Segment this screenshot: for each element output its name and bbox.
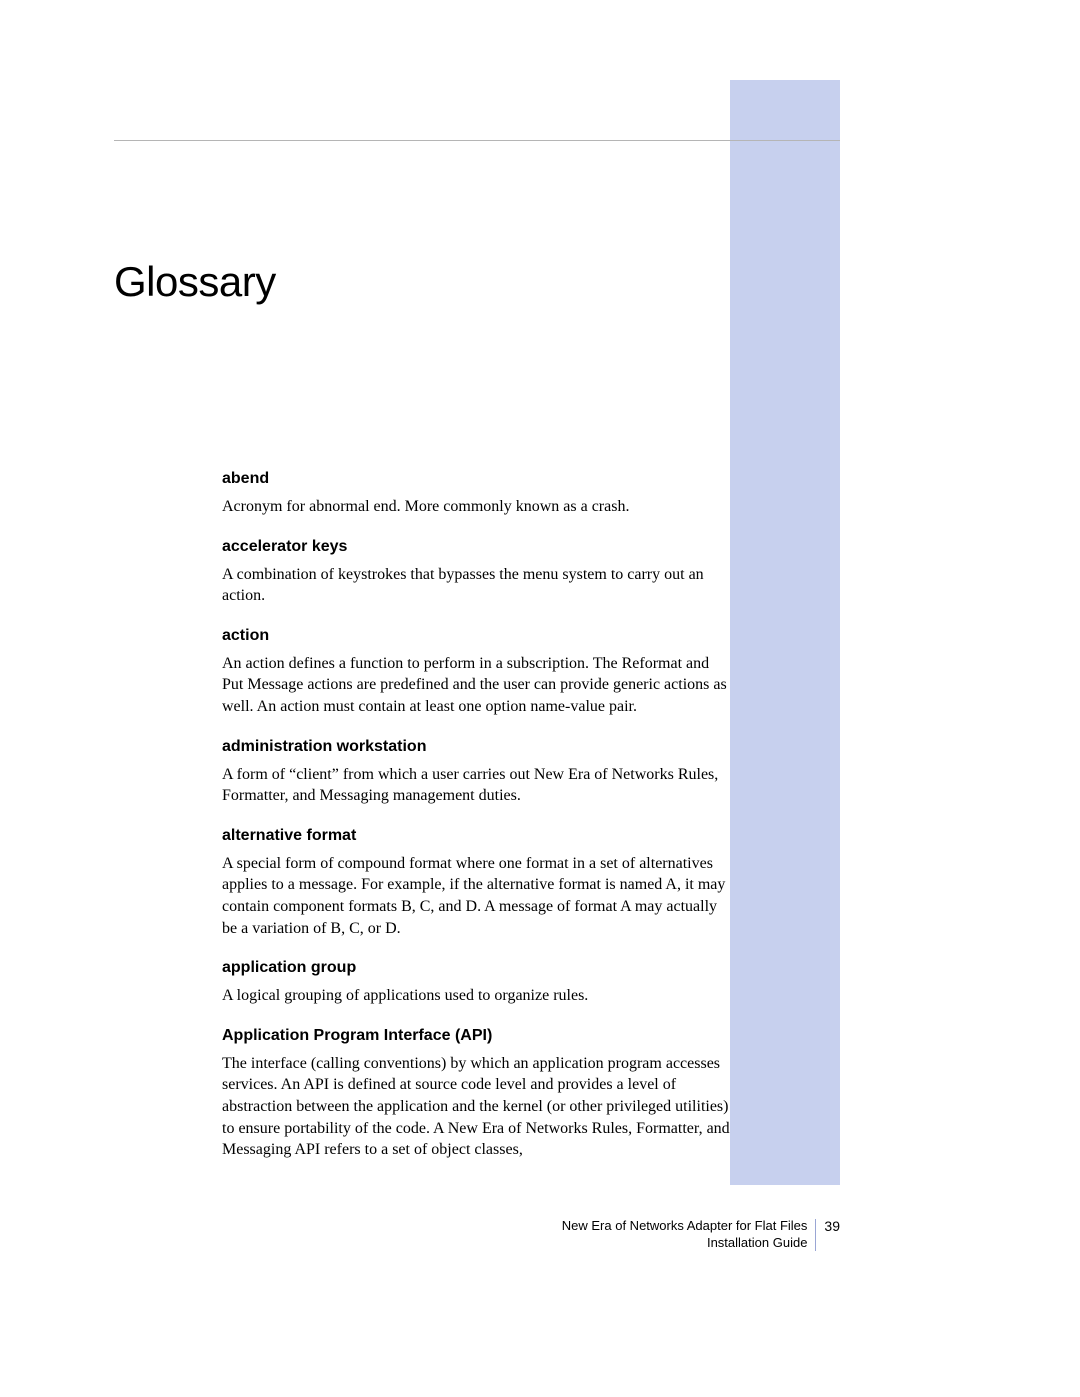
glossary-definition: An action defines a function to perform … (222, 653, 732, 718)
glossary-term: accelerator keys (222, 538, 732, 556)
page-footer: New Era of Networks Adapter for Flat Fil… (0, 1218, 840, 1252)
glossary-term: application group (222, 959, 732, 977)
glossary-definition: Acronym for abnormal end. More commonly … (222, 496, 732, 518)
glossary-term: action (222, 627, 732, 645)
glossary-term: alternative format (222, 827, 732, 845)
glossary-term: Application Program Interface (API) (222, 1027, 732, 1045)
glossary-definition: The interface (calling conventions) by w… (222, 1053, 732, 1161)
glossary-content: abend Acronym for abnormal end. More com… (222, 470, 732, 1161)
glossary-definition: A logical grouping of applications used … (222, 985, 732, 1007)
footer-doc-subtitle: Installation Guide (562, 1235, 808, 1252)
header-rule (114, 140, 840, 141)
glossary-term: abend (222, 470, 732, 488)
decorative-sidebar (730, 80, 840, 1185)
glossary-term: administration workstation (222, 738, 732, 756)
glossary-definition: A special form of compound format where … (222, 853, 732, 939)
glossary-definition: A form of “client” from which a user car… (222, 764, 732, 807)
footer-doc-title: New Era of Networks Adapter for Flat Fil… (562, 1218, 808, 1235)
glossary-definition: A combination of keystrokes that bypasse… (222, 564, 732, 607)
page-number: 39 (816, 1218, 840, 1234)
page-title: Glossary (114, 258, 276, 306)
